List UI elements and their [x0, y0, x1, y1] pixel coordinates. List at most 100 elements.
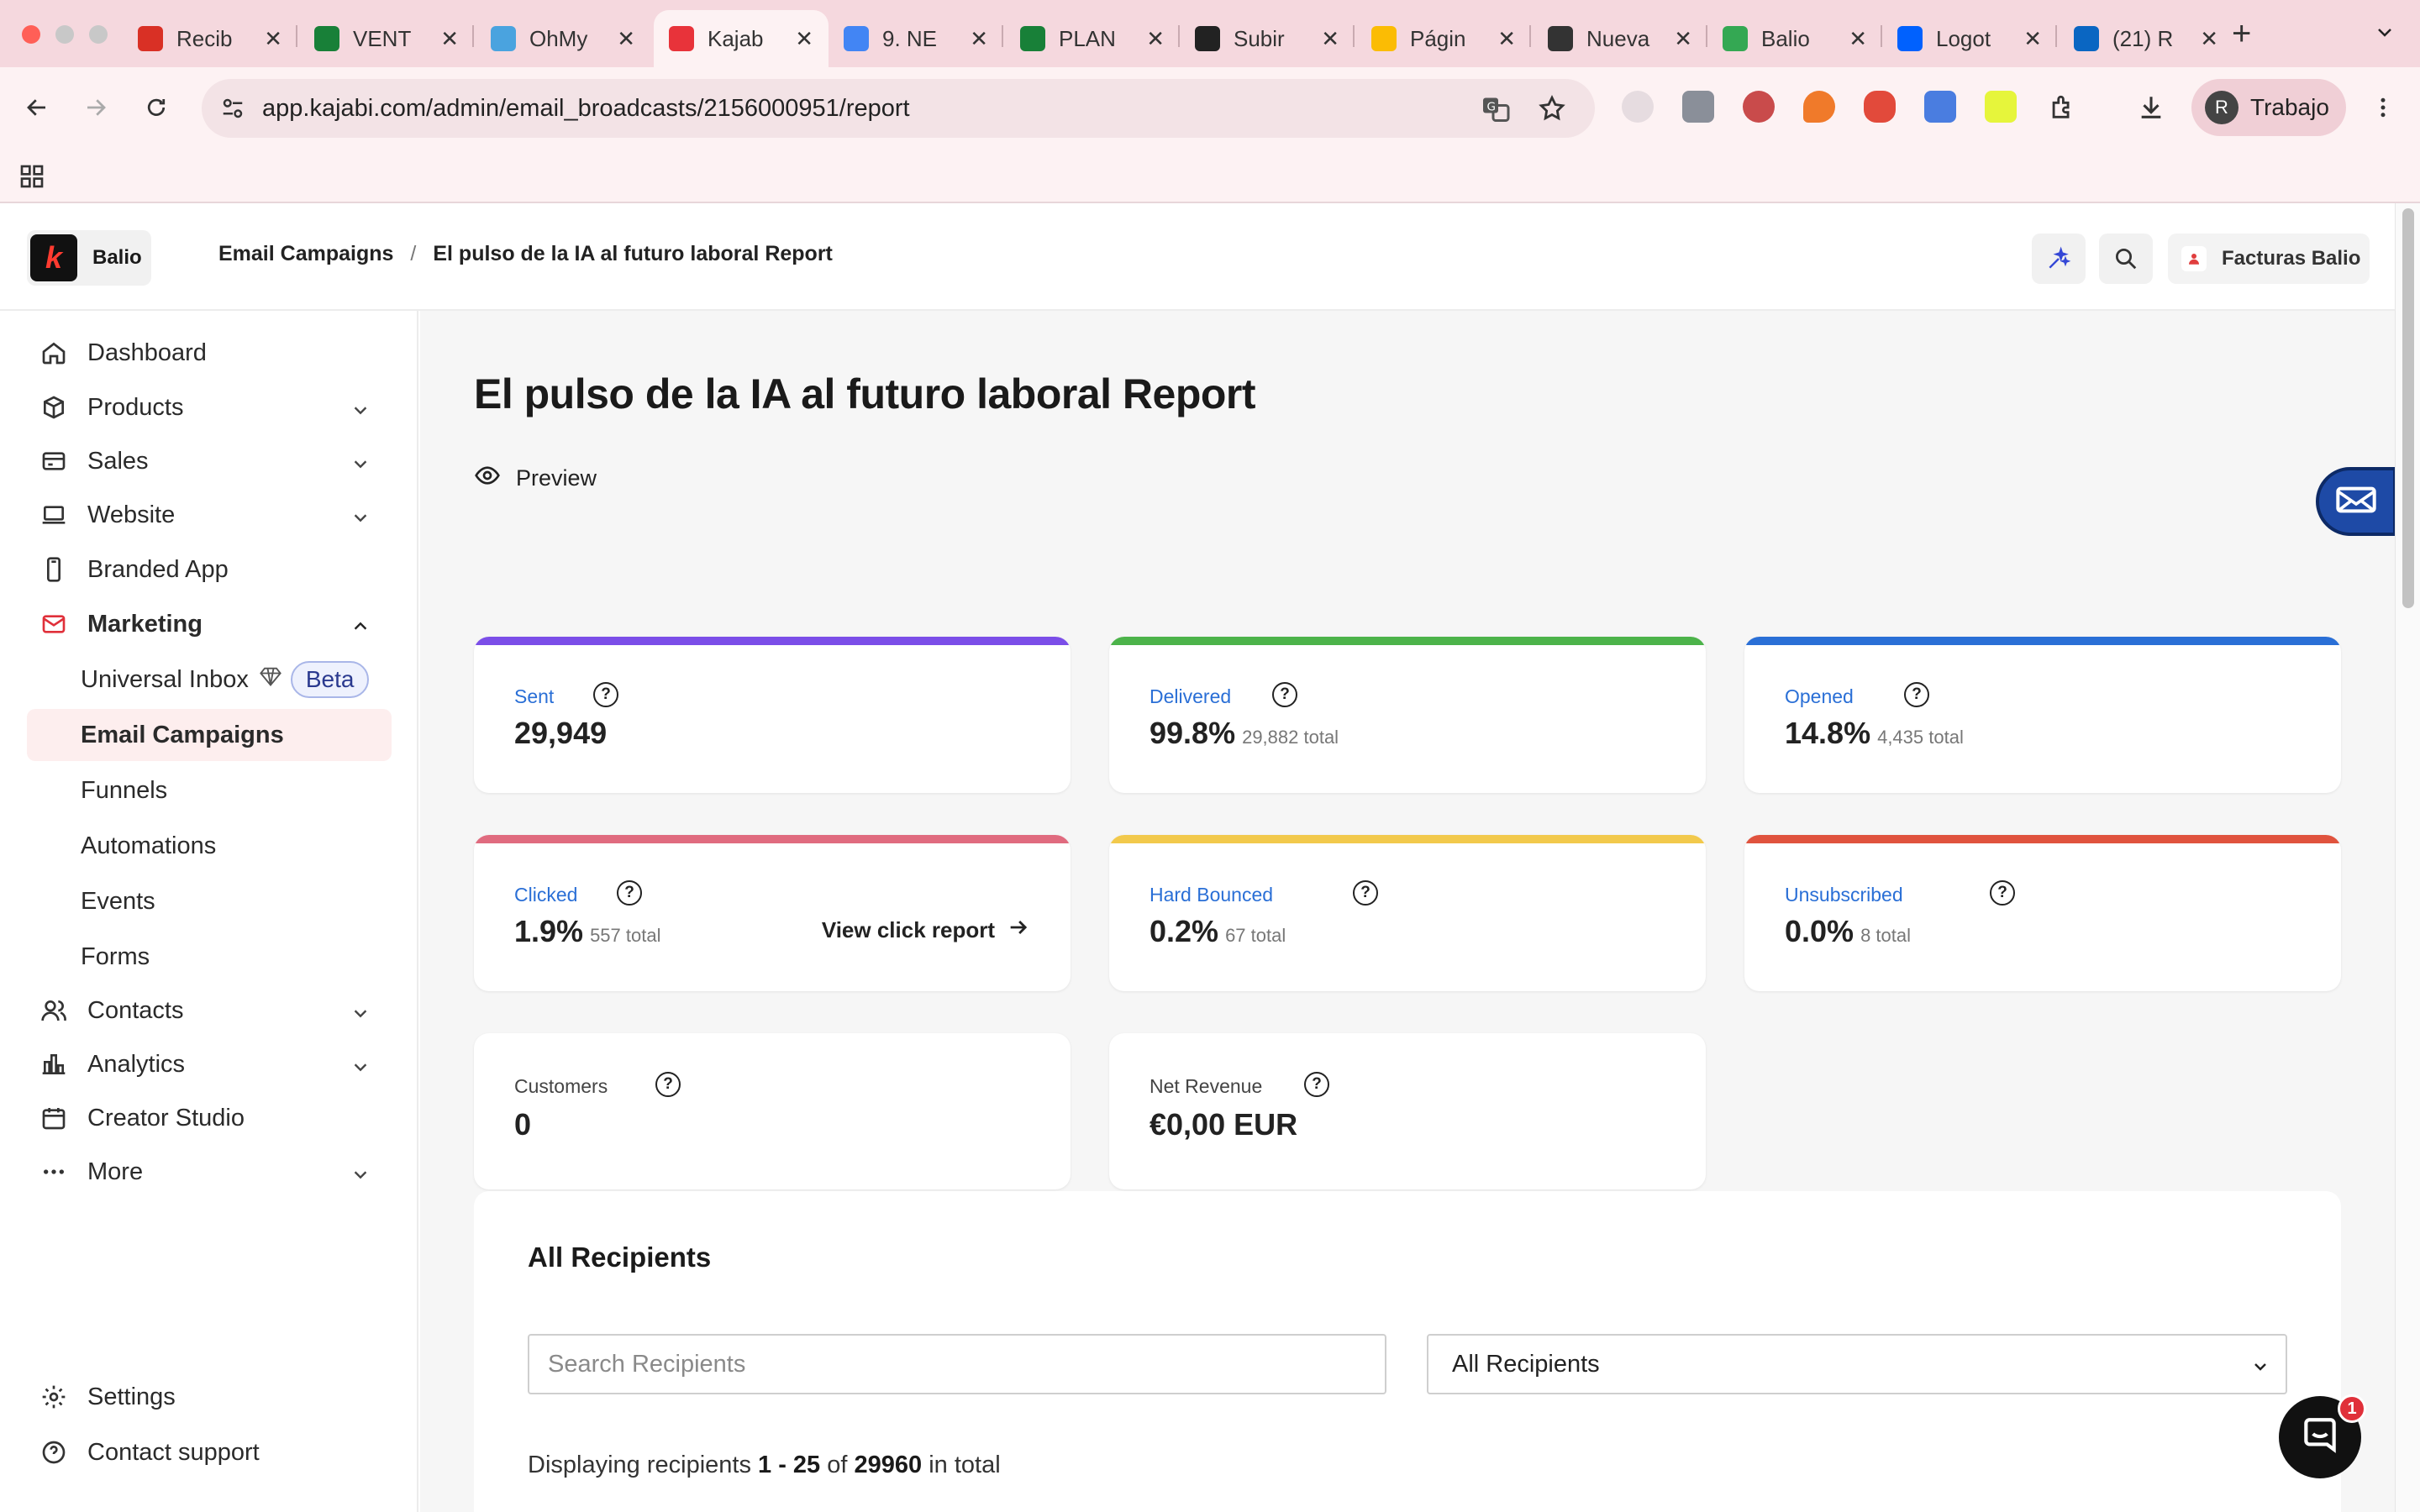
help-icon[interactable]: ?	[655, 1072, 681, 1097]
browser-tab[interactable]: (21) R ✕	[2059, 10, 2233, 67]
sidebar-item-contacts[interactable]: Contacts	[27, 984, 392, 1037]
forward-button[interactable]	[79, 91, 113, 124]
sidebar-subitem-universal-inbox[interactable]: Universal Inbox Beta	[27, 654, 392, 706]
help-icon[interactable]: ?	[1904, 682, 1929, 707]
stat-accent-bar	[1744, 835, 2341, 843]
chevron-up-icon[interactable]	[351, 615, 370, 643]
sidebar-subitem-email-campaigns[interactable]: Email Campaigns	[27, 709, 392, 761]
chat-launcher-button[interactable]: 1	[2279, 1394, 2366, 1478]
url-text[interactable]: app.kajabi.com/admin/email_broadcasts/21…	[262, 95, 910, 123]
sidebar-item-dashboard[interactable]: Dashboard	[27, 327, 392, 379]
code-extension-icon[interactable]	[1682, 91, 1714, 123]
sidebar-item-more[interactable]: More	[27, 1146, 392, 1198]
help-icon[interactable]: ?	[593, 682, 618, 707]
asterisk-extension-icon[interactable]	[1985, 91, 2017, 123]
account-menu[interactable]: Facturas Balio	[2168, 234, 2370, 284]
sidebar-subitem-funnels[interactable]: Funnels	[27, 764, 392, 816]
site-switcher[interactable]: k Balio	[27, 230, 151, 286]
email-widget-button[interactable]	[2316, 467, 2396, 536]
chevron-down-icon[interactable]	[351, 506, 370, 533]
chevron-down-icon[interactable]	[351, 1055, 370, 1083]
sidebar-item-website[interactable]: Website	[27, 489, 392, 541]
close-tab-icon[interactable]: ✕	[1146, 26, 1165, 52]
ai-assistant-button[interactable]	[2032, 234, 2086, 284]
chevron-down-icon[interactable]	[351, 452, 370, 480]
window-close-button[interactable]	[22, 25, 40, 44]
close-tab-icon[interactable]: ✕	[1321, 26, 1339, 52]
browser-tab[interactable]: PLAN ✕	[1005, 10, 1180, 67]
stat-label: Sent	[514, 685, 555, 707]
browser-tab[interactable]: Recib ✕	[123, 10, 297, 67]
chevron-down-icon[interactable]	[351, 398, 370, 426]
browser-menu-icon[interactable]	[2366, 91, 2400, 124]
close-tab-icon[interactable]: ✕	[264, 26, 282, 52]
sidebar-item-branded-app[interactable]: Branded App	[27, 543, 392, 596]
recipients-filter-select[interactable]: All Recipients	[1427, 1334, 2287, 1394]
help-icon[interactable]: ?	[1272, 682, 1297, 707]
browser-tab[interactable]: Kajab ✕	[654, 10, 829, 67]
sidebar-subitem-events[interactable]: Events	[27, 875, 392, 927]
sidebar-item-marketing[interactable]: Marketing	[27, 598, 392, 650]
sidebar-item-analytics[interactable]: Analytics	[27, 1038, 392, 1090]
chevron-down-icon[interactable]	[351, 1001, 370, 1029]
close-tab-icon[interactable]: ✕	[440, 26, 459, 52]
close-tab-icon[interactable]: ✕	[2200, 26, 2218, 52]
browser-tab[interactable]: Págin ✕	[1356, 10, 1531, 67]
sidebar-subitem-forms[interactable]: Forms	[27, 931, 392, 983]
close-tab-icon[interactable]: ✕	[1849, 26, 1867, 52]
reload-button[interactable]	[139, 91, 173, 124]
search-recipients-input[interactable]	[528, 1334, 1386, 1394]
sidebar-item-settings[interactable]: Settings	[27, 1371, 392, 1423]
close-tab-icon[interactable]: ✕	[2023, 26, 2042, 52]
close-tab-icon[interactable]: ✕	[1497, 26, 1516, 52]
profile-button[interactable]: R Trabajo	[2191, 79, 2346, 136]
help-icon[interactable]: ?	[617, 880, 642, 906]
sidebar-item-sales[interactable]: Sales	[27, 435, 392, 487]
stat-total: 67 total	[1225, 925, 1286, 946]
ribbon-extension-icon[interactable]	[1924, 91, 1956, 123]
site-info-icon[interactable]	[220, 96, 245, 125]
breadcrumb-email-campaigns[interactable]: Email Campaigns	[218, 242, 393, 266]
breadcrumb: Email Campaigns / El pulso de la IA al f…	[218, 242, 833, 266]
address-bar[interactable]: app.kajabi.com/admin/email_broadcasts/21…	[202, 79, 1595, 138]
crab-extension-icon[interactable]	[1864, 91, 1896, 123]
downloads-icon[interactable]	[2134, 91, 2168, 124]
browser-tab[interactable]: VENT ✕	[299, 10, 474, 67]
browser-tab[interactable]: Subir ✕	[1180, 10, 1355, 67]
apps-grid-icon[interactable]	[18, 163, 45, 194]
preview-link[interactable]: Preview	[474, 462, 597, 495]
fox-extension-icon[interactable]	[1803, 91, 1835, 123]
sidebar-subitem-automations[interactable]: Automations	[27, 820, 392, 872]
gmail-icon	[138, 26, 163, 51]
search-button[interactable]	[2099, 234, 2153, 284]
translate-icon[interactable]: G	[1481, 94, 1511, 129]
extension-icon[interactable]	[1622, 91, 1654, 123]
bookmark-star-icon[interactable]	[1538, 94, 1566, 127]
sidebar-item-products[interactable]: Products	[27, 381, 392, 433]
tab-list-chevron-icon[interactable]	[2375, 22, 2395, 46]
record-extension-icon[interactable]	[1743, 91, 1775, 123]
browser-tab[interactable]: Nueva ✕	[1533, 10, 1707, 67]
browser-tab[interactable]: 9. NE ✕	[829, 10, 1003, 67]
browser-tab[interactable]: Balio ✕	[1707, 10, 1882, 67]
back-button[interactable]	[20, 91, 54, 124]
sidebar-item-contact-support[interactable]: Contact support	[27, 1426, 392, 1478]
chevron-down-icon[interactable]	[351, 1163, 370, 1190]
scrollbar-thumb[interactable]	[2402, 208, 2414, 608]
help-icon[interactable]: ?	[1990, 880, 2015, 906]
close-tab-icon[interactable]: ✕	[795, 26, 813, 52]
browser-tab[interactable]: OhMy ✕	[476, 10, 650, 67]
help-icon[interactable]: ?	[1353, 880, 1378, 906]
close-tab-icon[interactable]: ✕	[970, 26, 988, 52]
window-zoom-button[interactable]	[89, 25, 108, 44]
browser-tab[interactable]: Logot ✕	[1882, 10, 2057, 67]
extensions-puzzle-icon[interactable]	[2045, 91, 2079, 124]
window-minimize-button[interactable]	[55, 25, 74, 44]
view-click-report-link[interactable]: View click report	[822, 916, 1030, 945]
help-icon[interactable]: ?	[1304, 1072, 1329, 1097]
page-scrollbar[interactable]	[2395, 203, 2420, 1512]
close-tab-icon[interactable]: ✕	[617, 26, 635, 52]
new-tab-button[interactable]: +	[2232, 15, 2251, 53]
sidebar-item-creator-studio[interactable]: Creator Studio	[27, 1092, 392, 1144]
close-tab-icon[interactable]: ✕	[1674, 26, 1692, 52]
